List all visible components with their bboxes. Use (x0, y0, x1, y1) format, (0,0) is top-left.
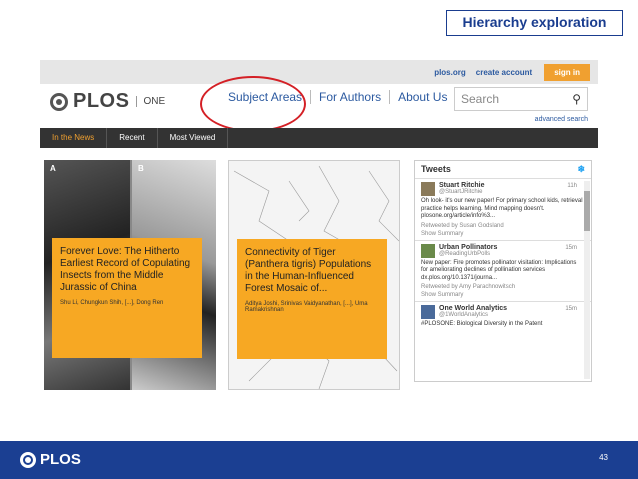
advanced-search-link[interactable]: advanced search (535, 116, 588, 123)
retweet-info: Retweeted by Amy Parachnowitsch (421, 284, 516, 290)
tweets-panel: Tweets ❄ Stuart Ritchie @StuartJRitchie … (414, 160, 592, 382)
slide-title: Hierarchy exploration (446, 10, 623, 36)
tab-most-viewed[interactable]: Most Viewed (158, 128, 229, 148)
tweet-author[interactable]: One World Analytics (439, 305, 507, 312)
slide-footer: PLOS 43 (0, 441, 638, 479)
sign-in-button[interactable]: sign in (544, 64, 590, 81)
plos-logo-icon (20, 451, 36, 468)
photo-tag-a: A (50, 164, 56, 173)
page-number: 43 (599, 453, 608, 462)
logo-sub: ONE (136, 96, 165, 107)
search-icon[interactable]: ⚲ (572, 92, 581, 106)
plos-org-link[interactable]: plos.org (434, 68, 466, 77)
article-authors: Shu Li, Chungkun Shih, [...], Dong Ren (60, 300, 164, 306)
plos-logo-icon (50, 92, 68, 111)
tab-recent[interactable]: Recent (107, 128, 158, 148)
highlight-circle (200, 76, 306, 132)
article-overlay: Connectivity of Tiger (Panthera tigris) … (237, 239, 387, 359)
nav-for-authors[interactable]: For Authors (310, 90, 389, 104)
plos-one-logo[interactable]: PLOS ONE (50, 90, 165, 113)
plos-screenshot: plos.org create account sign in PLOS ONE… (40, 60, 598, 390)
article-card-insects[interactable]: A B Forever Love: The Hitherto Earliest … (44, 160, 216, 390)
avatar[interactable] (421, 182, 435, 196)
tweets-scrollbar[interactable] (584, 181, 590, 379)
tweet-text: Oh look- it's our new paper! For primary… (421, 198, 583, 219)
article-overlay: Forever Love: The Hitherto Earliest Reco… (52, 238, 202, 358)
retweet-info: Retweeted by Susan Godsland (421, 222, 504, 229)
footer-logo: PLOS (20, 451, 81, 468)
search-placeholder: Search (461, 92, 500, 106)
tweet-text: New paper: Fire promotes pollinator visi… (421, 259, 577, 281)
photo-tag-b: B (138, 164, 144, 173)
article-title[interactable]: Forever Love: The Hitherto Earliest Reco… (60, 246, 194, 294)
article-authors: Aditya Joshi, Srinivas Vaidyanathan, [..… (245, 301, 368, 313)
tweet-time: 11h (567, 183, 577, 189)
show-summary-link[interactable]: Show Summary (421, 231, 585, 237)
tweet-author[interactable]: Stuart Ritchie (439, 182, 485, 189)
scrollbar-thumb[interactable] (584, 191, 590, 231)
twitter-bird-icon: ❄ (577, 164, 585, 174)
tweet-handle: @ReadingUrbPolls (439, 250, 491, 257)
tweet-author[interactable]: Urban Pollinators (439, 244, 497, 251)
article-card-tigers[interactable]: Connectivity of Tiger (Panthera tigris) … (228, 160, 400, 390)
search-input[interactable]: Search ⚲ (454, 87, 588, 111)
tweet-time: 15m (565, 306, 577, 312)
show-summary-link[interactable]: Show Summary (421, 292, 585, 298)
tweet-item[interactable]: One World Analytics @1WorldAnalytics 15m… (415, 302, 591, 332)
tweet-handle: @StuartJRitchie (439, 189, 483, 195)
tweet-text: #PLOSONE: Biological Diversity in the Pa… (421, 321, 543, 327)
article-title[interactable]: Connectivity of Tiger (Panthera tigris) … (245, 247, 379, 295)
create-account-link[interactable]: create account (476, 68, 532, 77)
logo-brand: PLOS (73, 90, 130, 112)
tweet-handle: @1WorldAnalytics (439, 312, 488, 318)
tweets-heading: Tweets (421, 164, 451, 174)
tweet-item[interactable]: Urban Pollinators @ReadingUrbPolls 15m N… (415, 241, 591, 302)
tweet-time: 15m (565, 244, 577, 251)
avatar[interactable] (421, 243, 435, 258)
top-bar: plos.org create account sign in (40, 60, 598, 84)
avatar[interactable] (421, 305, 435, 319)
footer-brand: PLOS (40, 451, 81, 468)
tab-bar: In the News Recent Most Viewed (40, 128, 598, 148)
nav-about-us[interactable]: About Us (389, 90, 455, 104)
tab-in-the-news[interactable]: In the News (40, 128, 108, 148)
tweet-item[interactable]: Stuart Ritchie @StuartJRitchie 11h Oh lo… (415, 179, 591, 241)
